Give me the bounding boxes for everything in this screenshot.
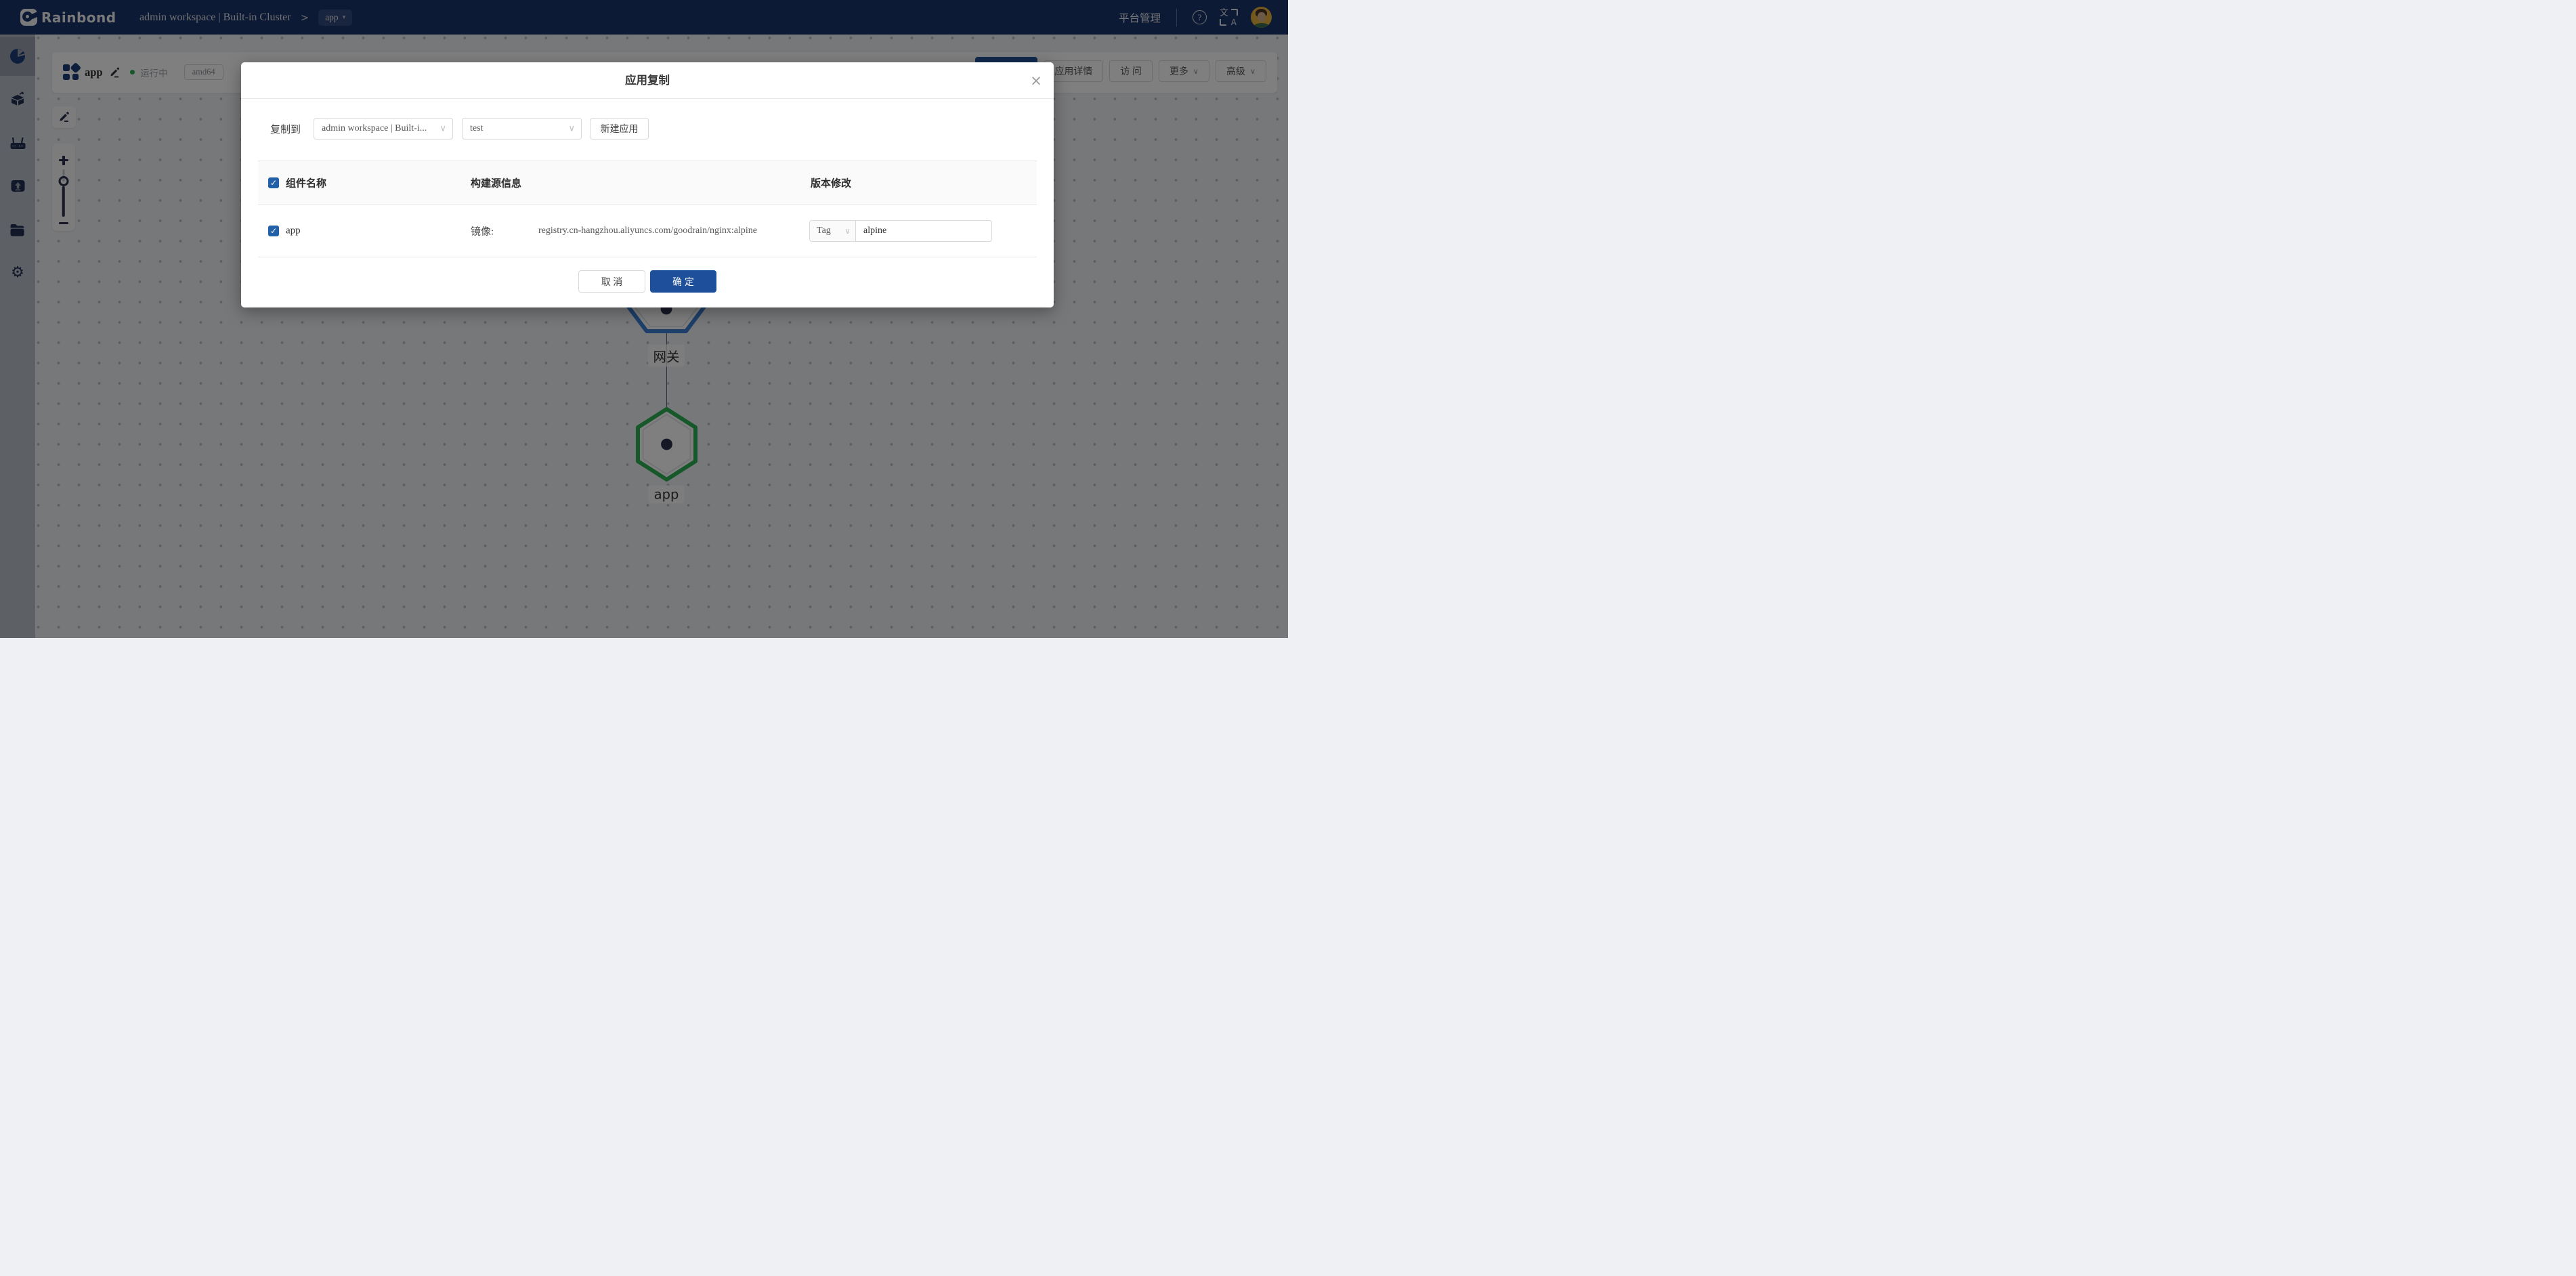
modal-title: 应用复制 [241,62,1054,99]
app-copy-modal: 应用复制 × 复制到 admin workspace | Built-i... … [241,62,1054,307]
component-name-cell: app [286,226,301,237]
table-header-row: ✓ 组件名称 构建源信息 版本修改 [258,161,1037,205]
confirm-button[interactable]: 确 定 [650,270,716,293]
chevron-down-icon: ∨ [844,226,851,236]
version-input-group: Tag ∨ [809,220,992,242]
copy-to-label: 复制到 [270,122,301,136]
chevron-down-icon: ∨ [440,124,447,134]
build-type-cell: 镜像: [471,224,494,238]
chevron-down-icon: ∨ [569,124,576,134]
col-header-build-source: 构建源信息 [471,176,521,190]
copy-to-row: 复制到 admin workspace | Built-i... ∨ test … [270,118,649,140]
row-checkbox[interactable]: ✓ [268,226,279,236]
build-source-cell: registry.cn-hangzhou.aliyuncs.com/goodra… [538,226,757,236]
col-header-version: 版本修改 [811,176,851,190]
version-type-select[interactable]: Tag ∨ [810,221,856,241]
check-icon: ✓ [270,179,277,187]
version-value-input[interactable] [856,221,991,241]
components-table: ✓ 组件名称 构建源信息 版本修改 ✓ app 镜像: registry.cn-… [258,161,1037,257]
new-app-button[interactable]: 新建应用 [590,118,649,140]
rainbond-app: Rainbond admin workspace | Built-in Clus… [0,0,1288,638]
check-icon: ✓ [270,227,277,235]
table-row: ✓ app 镜像: registry.cn-hangzhou.aliyuncs.… [258,205,1037,257]
target-app-select[interactable]: test ∨ [462,118,582,140]
select-all-checkbox[interactable]: ✓ [268,177,279,188]
cancel-button[interactable]: 取 消 [578,270,645,293]
modal-header: 应用复制 × [241,62,1054,99]
workspace-select[interactable]: admin workspace | Built-i... ∨ [314,118,453,140]
col-header-component-name: 组件名称 [286,176,326,190]
modal-footer: 取 消 确 定 [241,270,1054,293]
close-icon[interactable]: × [1027,71,1046,90]
